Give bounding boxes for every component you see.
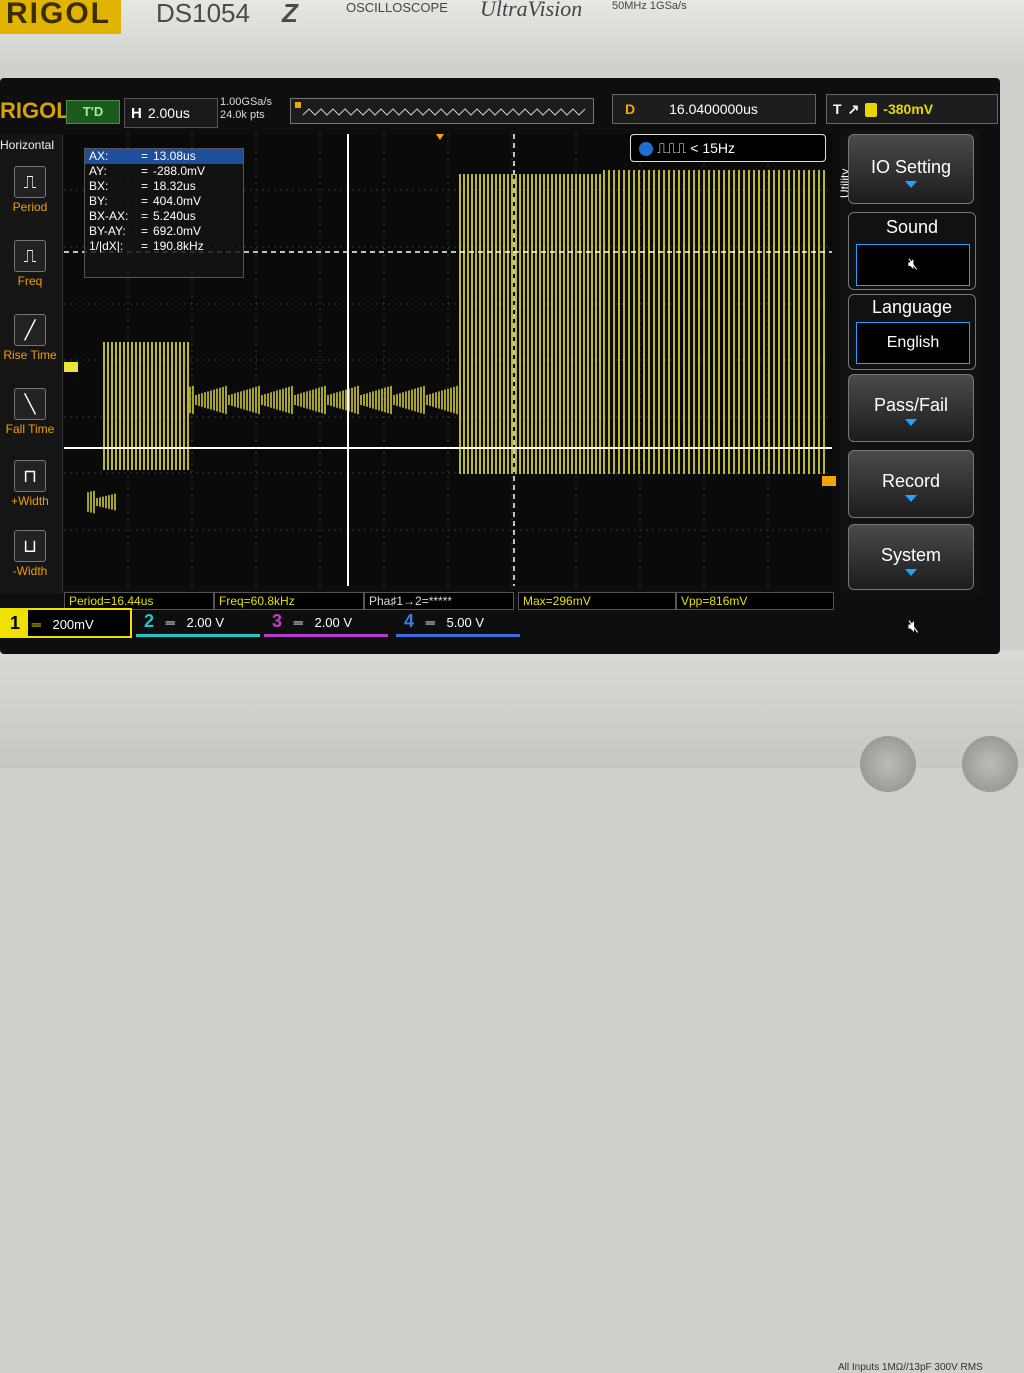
sample-rate: 1.00GSa/s <box>220 96 272 108</box>
sample-rate-info: 1.00GSa/s 24.0k pts <box>220 96 272 122</box>
chevron-down-icon <box>905 495 917 502</box>
memory-depth: 24.0k pts <box>220 109 265 121</box>
channel-4-tab[interactable]: 4 ═ 5.00 V <box>396 608 520 637</box>
speaker-muted-icon: 🔇︎ <box>907 256 919 273</box>
square-wave-icon: ⎍⎍⎍ <box>657 140 687 156</box>
channel-3-number: 3 <box>271 611 282 631</box>
channel-1-scale: 200mV <box>52 617 94 632</box>
memory-strip-icon <box>295 102 586 116</box>
freq-icon: ⎍ <box>14 240 46 272</box>
cursor-row: BY-AY: = 692.0mV <box>89 224 202 238</box>
measurement-vpp[interactable]: Vpp=816mV <box>676 592 834 610</box>
fall-time-icon: ╲ <box>14 388 46 420</box>
model-suffix: Z <box>282 0 298 28</box>
measurement-max[interactable]: Max=296mV <box>518 592 676 610</box>
speaker-muted-icon[interactable]: 🔇︎ <box>908 616 919 637</box>
menu-label-period: Period <box>12 200 48 214</box>
language-value: English <box>886 334 940 351</box>
system-label: System <box>880 545 941 565</box>
timebase-value: 2.00us <box>147 105 190 121</box>
cursor-row: AX: = 13.08us <box>85 149 243 164</box>
trigger-level-marker[interactable] <box>822 476 836 486</box>
channel-4-scale: 5.00 V <box>446 615 485 630</box>
cursor-row: 1/|dX|: = 190.8kHz <box>89 239 204 253</box>
timebase-h-label: H <box>131 105 142 122</box>
chevron-down-icon <box>905 569 917 576</box>
channel-2-number: 2 <box>143 611 154 631</box>
pass-fail-button[interactable]: Pass/Fail <box>848 374 974 442</box>
sound-label: Sound <box>885 217 939 237</box>
specs-label: 50MHz 1GSa/s <box>612 0 687 12</box>
trigger-level-value: -380mV <box>883 101 934 117</box>
ch1-connector[interactable] <box>860 736 916 792</box>
io-setting-button[interactable]: IO Setting <box>848 134 974 204</box>
trigger-status-badge[interactable]: T'D <box>66 100 120 124</box>
delay-label: D <box>625 101 636 117</box>
pos-width-icon: ⊓ <box>14 460 46 492</box>
model-label: DS1054 <box>156 0 250 28</box>
menu-label-neg-width: -Width <box>12 564 48 578</box>
neg-width-icon: ⊔ <box>14 530 46 562</box>
ch2-connector[interactable] <box>962 736 1018 792</box>
series-label: UltraVision <box>480 0 583 21</box>
menu-item-period[interactable]: ⎍ Period <box>0 166 60 214</box>
screen-logo: RIGOL <box>0 98 70 123</box>
menu-item-fall-time[interactable]: ╲ Fall Time <box>0 388 60 436</box>
counter-channel-icon <box>639 142 653 157</box>
language-label: Language <box>871 297 953 317</box>
cursor-row: BX: = 18.32us <box>89 179 196 193</box>
trigger-source-icon <box>865 103 878 118</box>
device-top-bezel: RIGOL DS1054 Z OSCILLOSCOPE UltraVision … <box>0 0 1024 62</box>
chevron-down-icon <box>905 419 917 426</box>
menu-label-rise-time: Rise Time <box>3 348 57 362</box>
cursor-measurement-panel: AX: = 13.08us AY: = -288.0mV BX: = 18.32us BY:… <box>84 148 244 278</box>
trigger-position-marker <box>436 134 444 140</box>
pass-fail-label: Pass/Fail <box>873 395 949 415</box>
menu-item-rise-time[interactable]: ╱ Rise Time <box>0 314 60 362</box>
left-menu-title: Horizontal <box>0 138 55 152</box>
menu-item-neg-width[interactable]: ⊔ -Width <box>0 530 60 578</box>
trigger-label: T <box>833 101 842 117</box>
cursor-row: AY: = -288.0mV <box>89 164 206 178</box>
device-type-label: OSCILLOSCOPE <box>346 0 448 15</box>
delay-box[interactable]: D 16.0400000us <box>612 94 816 124</box>
channel-1-tab[interactable]: 1 ═ 200mV <box>0 608 132 638</box>
brand-logo: RIGOL <box>0 0 121 34</box>
coupling-icon: ═ <box>425 615 435 630</box>
delay-value: 16.0400000us <box>669 101 758 117</box>
system-button[interactable]: System <box>848 524 974 590</box>
sound-toggle[interactable]: 🔇︎ <box>856 244 970 286</box>
menu-item-freq[interactable]: ⎍ Freq <box>0 240 60 288</box>
menu-item-pos-width[interactable]: ⊓ +Width <box>0 460 60 508</box>
input-spec-label: All Inputs 1MΩ//13pF 300V RMS <box>838 1362 983 1373</box>
record-label: Record <box>881 471 941 491</box>
language-select[interactable]: English <box>856 322 970 364</box>
frequency-counter[interactable]: ⎍⎍⎍ < 15Hz <box>630 134 826 162</box>
timebase-box[interactable]: H 2.00us <box>124 98 218 128</box>
coupling-icon: ═ <box>293 615 303 630</box>
channel-2-tab[interactable]: 2 ═ 2.00 V <box>136 608 260 637</box>
trigger-edge-icon: ↗ <box>847 101 860 117</box>
memory-waveform-strip <box>290 98 594 124</box>
channel-4-number: 4 <box>403 611 414 631</box>
menu-label-fall-time: Fall Time <box>5 422 55 436</box>
period-icon: ⎍ <box>14 166 46 198</box>
chevron-down-icon <box>905 181 917 188</box>
menu-label-pos-width: +Width <box>11 494 49 508</box>
trigger-box[interactable]: T ↗ -380mV <box>826 94 998 124</box>
channel-1-number: 1 <box>2 610 28 636</box>
coupling-icon: ═ <box>31 617 41 632</box>
frequency-counter-value: < 15Hz <box>690 140 736 156</box>
io-setting-label: IO Setting <box>870 157 952 177</box>
channel-3-tab[interactable]: 3 ═ 2.00 V <box>264 608 388 637</box>
cursor-row: BY: = 404.0mV <box>89 194 202 208</box>
coupling-icon: ═ <box>165 615 175 630</box>
channel-3-scale: 2.00 V <box>314 615 353 630</box>
menu-label-freq: Freq <box>17 274 43 288</box>
rise-time-icon: ╱ <box>14 314 46 346</box>
ch1-ground-marker[interactable] <box>64 362 78 372</box>
cursor-row: BX-AX: = 5.240us <box>89 209 196 223</box>
channel-2-scale: 2.00 V <box>186 615 225 630</box>
record-button[interactable]: Record <box>848 450 974 518</box>
